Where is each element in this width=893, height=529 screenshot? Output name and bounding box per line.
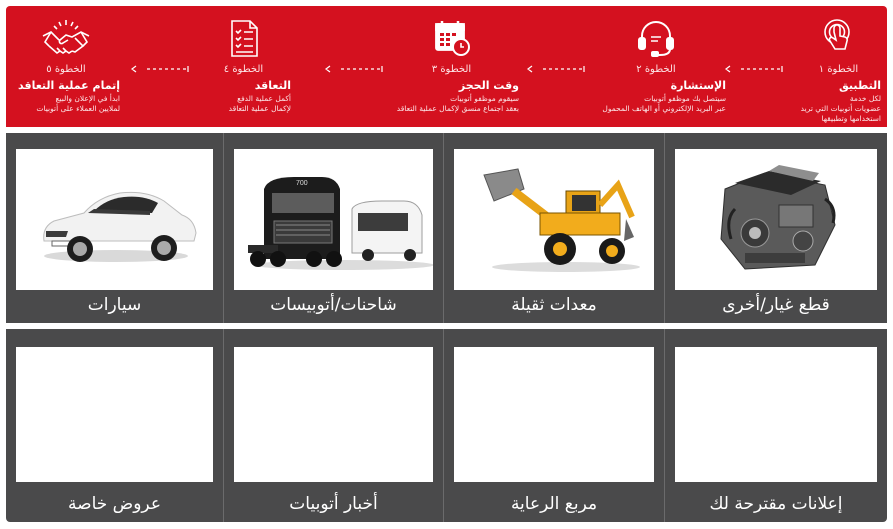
tile-image-placeholder	[454, 347, 654, 482]
category-news[interactable]: أخبار أتوبيات	[224, 329, 443, 522]
tile-image-placeholder	[234, 347, 433, 482]
category-row-top: سيارات 700 شاحنات/أتوبيسات معدات ثقيلة ق…	[6, 133, 887, 323]
category-suggested-ads[interactable]: إعلانات مقترحة لك	[665, 329, 887, 522]
step-3-desc: سيقوم موظفو أتوبيات بعقد اجتماع منسق لإكم…	[396, 94, 519, 113]
category-label: إعلانات مقترحة لك	[709, 494, 843, 514]
category-label: مربع الرعاية	[510, 494, 598, 514]
category-heavy-equipment[interactable]: معدات ثقيلة	[444, 133, 664, 323]
engine-image	[675, 149, 877, 290]
touch-icon	[817, 16, 861, 60]
step-1-desc: لكل خدمة عضويات أتوبيات التي تريد استخدامه…	[800, 94, 881, 123]
step-1-number: الخطوة ١	[818, 64, 859, 75]
step-4-desc: أكمل عملية الدفع لإكمال عملية التعاقد	[228, 94, 291, 113]
step-2-desc: سيتصل بك موظفو أتوبيات عبر البريد الإلكتر…	[602, 94, 726, 113]
step-2: الخطوة ٢ الإستشارة سيتصل بك موظفو أتوبيا…	[586, 6, 726, 127]
calendar-icon	[430, 16, 474, 60]
category-parts-other[interactable]: قطع غيار/أخرى	[665, 133, 887, 323]
step-5-desc: ابدأ في الإعلان والبيع لملايين العملاء عل…	[36, 94, 120, 113]
category-cars[interactable]: سيارات	[6, 133, 223, 323]
category-sponsor-box[interactable]: مربع الرعاية	[444, 329, 664, 522]
step-4-number: الخطوة ٤	[223, 64, 264, 75]
step-2-number: الخطوة ٢	[636, 64, 676, 75]
category-special-offers[interactable]: عروض خاصة	[6, 329, 223, 522]
step-arrow	[526, 65, 586, 73]
backhoe-image	[454, 149, 654, 290]
car-image	[16, 149, 213, 290]
step-arrow	[324, 65, 384, 73]
step-1: الخطوة ١ التطبيق لكل خدمة عضويات أتوبيات …	[796, 6, 881, 127]
step-2-title: الإستشارة	[670, 79, 726, 92]
category-label: سيارات	[87, 295, 142, 315]
category-label: معدات ثقيلة	[511, 295, 597, 315]
svg-text:700: 700	[296, 180, 308, 187]
step-4: الخطوة ٤ التعاقد أكمل عملية الدفع لإكمال …	[196, 6, 291, 127]
category-row-bottom: عروض خاصة أخبار أتوبيات مربع الرعاية إعل…	[6, 329, 887, 522]
category-label: شاحنات/أتوبيسات	[270, 295, 397, 315]
handshake-icon	[41, 16, 91, 60]
step-5: الخطوة ٥ إتمام عملية التعاقد ابدأ في الإ…	[6, 6, 126, 127]
category-label: عروض خاصة	[68, 494, 161, 514]
step-5-number: الخطوة ٥	[46, 64, 86, 75]
headset-icon	[634, 16, 678, 60]
tile-image-placeholder	[675, 347, 877, 482]
step-3-title: وقت الحجز	[458, 79, 519, 92]
truck-bus-image: 700	[234, 149, 433, 290]
step-3-number: الخطوة ٣	[431, 64, 472, 75]
category-label: قطع غيار/أخرى	[722, 295, 830, 315]
category-label: أخبار أتوبيات	[289, 494, 378, 514]
category-trucks-buses[interactable]: 700 شاحنات/أتوبيسات	[224, 133, 443, 323]
step-3: الخطوة ٣ وقت الحجز سيقوم موظفو أتوبيات بع…	[384, 6, 519, 127]
step-1-title: التطبيق	[838, 79, 881, 92]
step-4-title: التعاقد	[254, 79, 291, 92]
step-5-title: إتمام عملية التعاقد	[18, 79, 120, 92]
tile-image-placeholder	[16, 347, 213, 482]
steps-banner: الخطوة ١ التطبيق لكل خدمة عضويات أتوبيات …	[6, 6, 887, 127]
contract-icon	[222, 16, 266, 60]
step-arrow	[724, 65, 784, 73]
step-arrow	[130, 65, 190, 73]
